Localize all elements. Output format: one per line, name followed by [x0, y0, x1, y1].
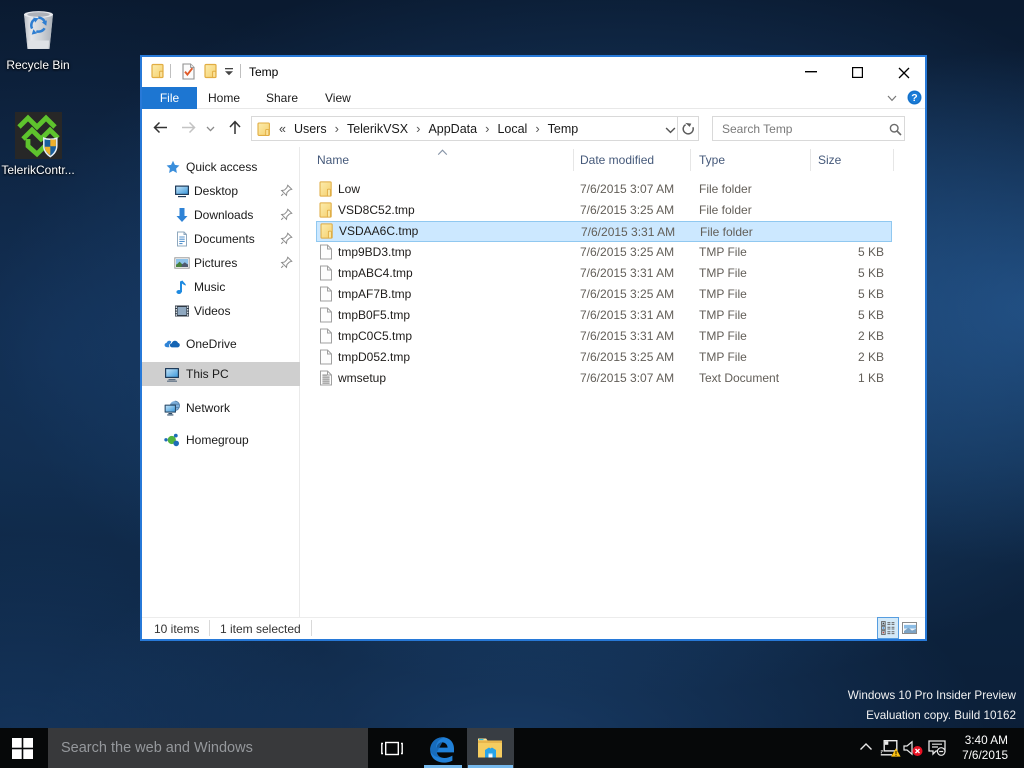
svg-text:?: ? [911, 92, 917, 104]
